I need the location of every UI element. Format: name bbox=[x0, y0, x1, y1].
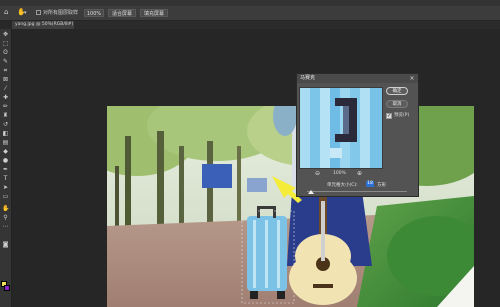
zoom-level: 100% bbox=[333, 171, 346, 176]
shape-tool-icon[interactable]: ▭ bbox=[2, 193, 9, 200]
cell-size-unit: 方形 bbox=[377, 183, 386, 188]
healing-brush-tool-icon[interactable]: ✚ bbox=[2, 94, 9, 101]
preview-image bbox=[300, 88, 382, 168]
zoom-100-button[interactable]: 100% bbox=[84, 9, 104, 17]
move-tool-icon[interactable]: ✥ bbox=[2, 31, 9, 38]
zoom-tool-icon[interactable]: ⚲ bbox=[2, 214, 9, 221]
frame-tool-icon[interactable]: ⊠ bbox=[2, 76, 9, 83]
background-color-swatch[interactable] bbox=[4, 285, 10, 291]
history-brush-tool-icon[interactable]: ↺ bbox=[2, 121, 9, 128]
gradient-tool-icon[interactable]: ▤ bbox=[2, 139, 9, 146]
close-icon[interactable]: × bbox=[409, 74, 415, 83]
filter-preview[interactable] bbox=[299, 87, 383, 169]
sample-all-layers-label: 对所有图层取样 bbox=[43, 10, 79, 16]
sample-all-layers-checkbox[interactable]: 对所有图层取样 bbox=[36, 9, 78, 17]
clone-stamp-tool-icon[interactable]: ♜ bbox=[2, 112, 9, 119]
toolbar: ✥ ⬚ ʘ ✎ ⌗ ⊠ ⁄ ✚ ✏ ♜ ↺ ◧ ▤ ◆ ● ✒ T ➤ ▭ ✋ … bbox=[0, 29, 12, 307]
cancel-button[interactable]: 取消 bbox=[386, 100, 408, 108]
document-tab[interactable]: yang.jpg @ 50%(RGB/8#) * bbox=[12, 21, 74, 29]
slider-thumb[interactable] bbox=[308, 190, 314, 194]
document-tab-bar bbox=[12, 21, 500, 29]
fill-screen-button[interactable]: 填充屏幕 bbox=[140, 9, 168, 17]
dialog-title: 马赛克 bbox=[297, 74, 418, 83]
pen-tool-icon[interactable]: ✒ bbox=[2, 166, 9, 173]
marquee-tool-icon[interactable]: ⬚ bbox=[2, 40, 9, 47]
eraser-tool-icon[interactable]: ◧ bbox=[2, 130, 9, 137]
home-icon[interactable]: ⌂ bbox=[4, 8, 8, 16]
preview-label: 预览(P) bbox=[394, 113, 410, 118]
blur-tool-icon[interactable]: ◆ bbox=[2, 148, 9, 155]
brush-tool-icon[interactable]: ✏ bbox=[2, 103, 9, 110]
crop-tool-icon[interactable]: ⌗ bbox=[2, 67, 9, 74]
quick-mask-icon[interactable]: ◙ bbox=[2, 241, 9, 248]
dodge-tool-icon[interactable]: ● bbox=[2, 157, 9, 164]
fit-screen-button[interactable]: 适合屏幕 bbox=[108, 9, 136, 17]
ok-button[interactable]: 确定 bbox=[386, 87, 408, 95]
lasso-tool-icon[interactable]: ʘ bbox=[2, 49, 9, 56]
zoom-in-icon[interactable]: ⊕ bbox=[357, 170, 362, 177]
hand-tool-icon[interactable]: ✋ bbox=[2, 205, 9, 212]
cell-size-label: 单元格大小(C): bbox=[327, 183, 358, 188]
checkbox-icon bbox=[36, 10, 41, 15]
preview-checkbox[interactable]: ✓ bbox=[386, 113, 392, 119]
cell-size-slider[interactable] bbox=[307, 191, 407, 192]
path-select-tool-icon[interactable]: ➤ bbox=[2, 184, 9, 191]
quick-select-tool-icon[interactable]: ✎ bbox=[2, 58, 9, 65]
cell-size-input[interactable]: 18 bbox=[366, 181, 374, 187]
type-tool-icon[interactable]: T bbox=[2, 175, 9, 182]
eyedropper-tool-icon[interactable]: ⁄ bbox=[2, 85, 9, 92]
tool-preset-dropdown-icon[interactable]: ▾ bbox=[24, 9, 27, 17]
options-bar: ⌂ ✋ ▾ 对所有图层取样 100% 适合屏幕 填充屏幕 bbox=[0, 6, 500, 21]
more-tools-icon[interactable]: ⋯ bbox=[2, 223, 9, 230]
mosaic-dialog: 马赛克 × 确定 取消 ✓ 预览(P) ⊖ 100% ⊕ 单元格大小(C): 1… bbox=[296, 73, 419, 197]
zoom-out-icon[interactable]: ⊖ bbox=[315, 170, 320, 177]
